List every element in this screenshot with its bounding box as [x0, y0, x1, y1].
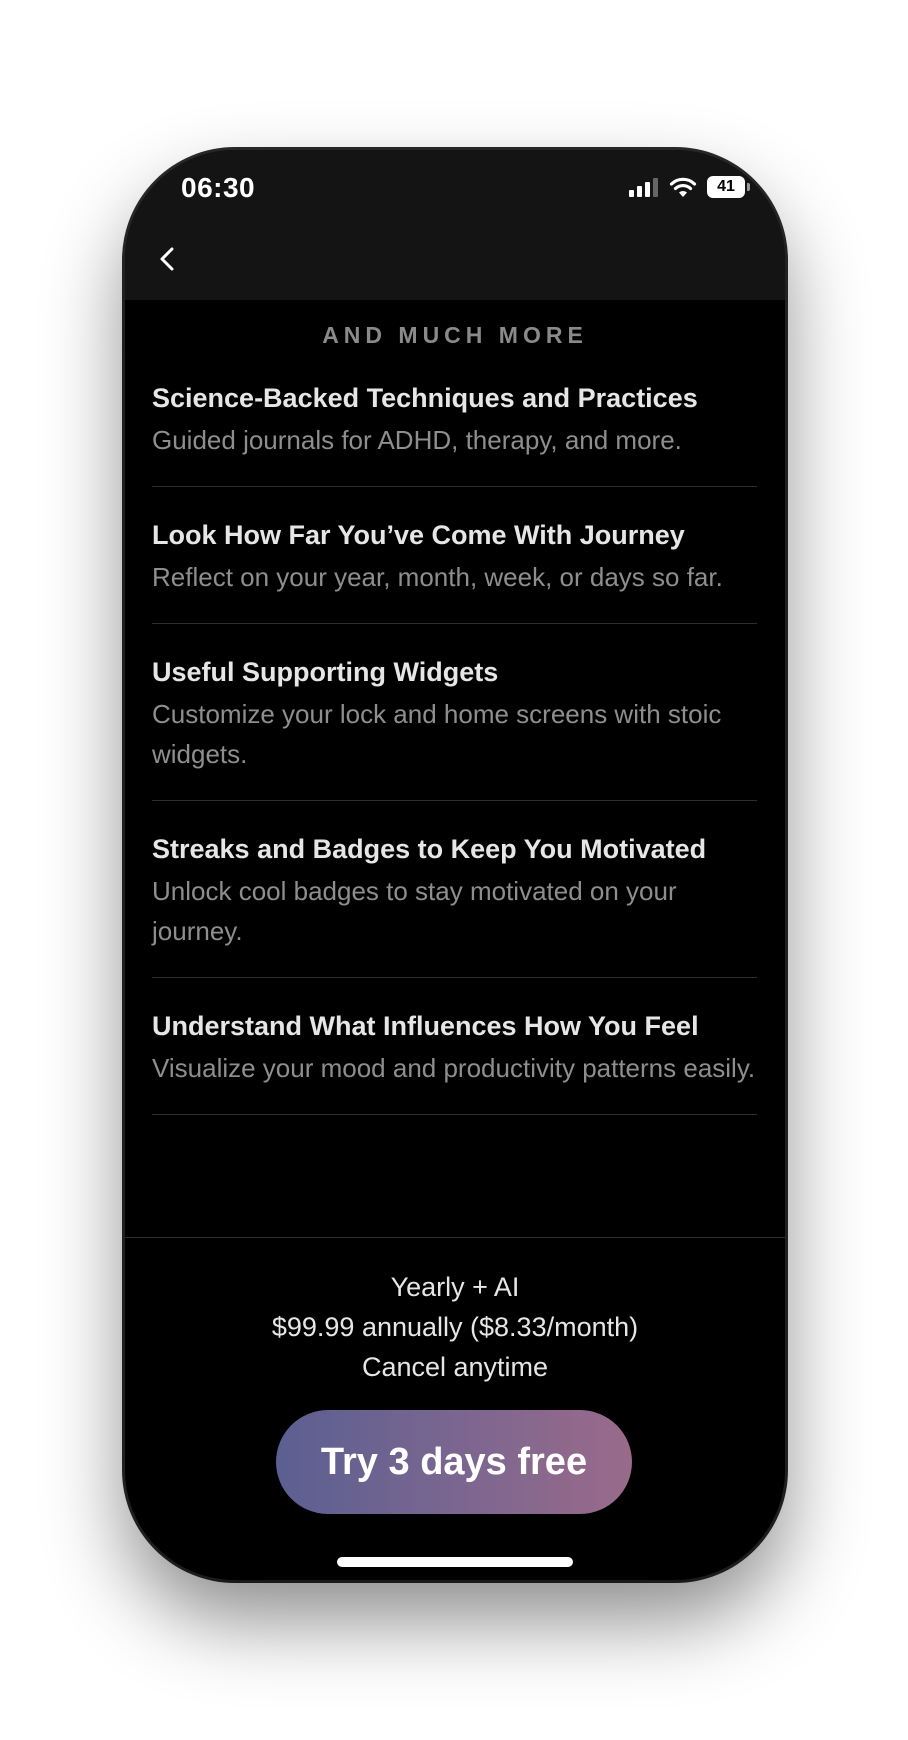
feature-description: Customize your lock and home screens wit… — [152, 699, 722, 769]
status-icons: 41 — [629, 176, 750, 198]
battery-icon: 41 — [707, 176, 750, 198]
free-trial-button[interactable]: Try 3 days free — [276, 1410, 632, 1514]
status-time: 06:30 — [181, 172, 256, 203]
feature-item: Streaks and Badges to Keep You Motivated… — [152, 831, 757, 978]
back-chevron-icon[interactable] — [151, 242, 185, 276]
plan-name: Yearly + AI — [390, 1272, 520, 1302]
feature-title: Useful Supporting Widgets — [152, 657, 499, 687]
plan-info: Yearly + AI $99.99 annually ($8.33/month… — [125, 1267, 785, 1387]
top-bar: 06:30 41 — [125, 150, 785, 300]
feature-title: Streaks and Badges to Keep You Motivated — [152, 834, 707, 864]
plan-note: Cancel anytime — [361, 1352, 549, 1382]
feature-description: Reflect on your year, month, week, or da… — [152, 562, 723, 592]
feature-title: Look How Far You’ve Come With Journey — [152, 520, 685, 550]
feature-item: Understand What Influences How You Feel … — [152, 1008, 757, 1115]
feature-list: Science-Backed Techniques and Practices … — [152, 380, 757, 1145]
bottom-divider — [125, 1237, 785, 1238]
feature-description: Visualize your mood and productivity pat… — [152, 1053, 756, 1083]
plan-price: $99.99 annually ($8.33/month) — [271, 1312, 639, 1342]
feature-description: Unlock cool badges to stay motivated on … — [152, 876, 677, 946]
feature-description: Guided journals for ADHD, therapy, and m… — [152, 425, 682, 455]
feature-title: Understand What Influences How You Feel — [152, 1011, 699, 1041]
home-indicator[interactable] — [337, 1557, 573, 1567]
phone-screen: 06:30 41 AND MUCH MORE Science-Backed Te… — [125, 150, 785, 1580]
feature-title: Science-Backed Techniques and Practices — [152, 383, 698, 413]
feature-item: Look How Far You’ve Come With Journey Re… — [152, 517, 757, 624]
section-title: AND MUCH MORE — [322, 322, 588, 348]
cellular-signal-icon — [629, 178, 658, 197]
wifi-icon — [669, 177, 697, 197]
feature-item: Science-Backed Techniques and Practices … — [152, 380, 757, 487]
feature-item: Useful Supporting Widgets Customize your… — [152, 654, 757, 801]
